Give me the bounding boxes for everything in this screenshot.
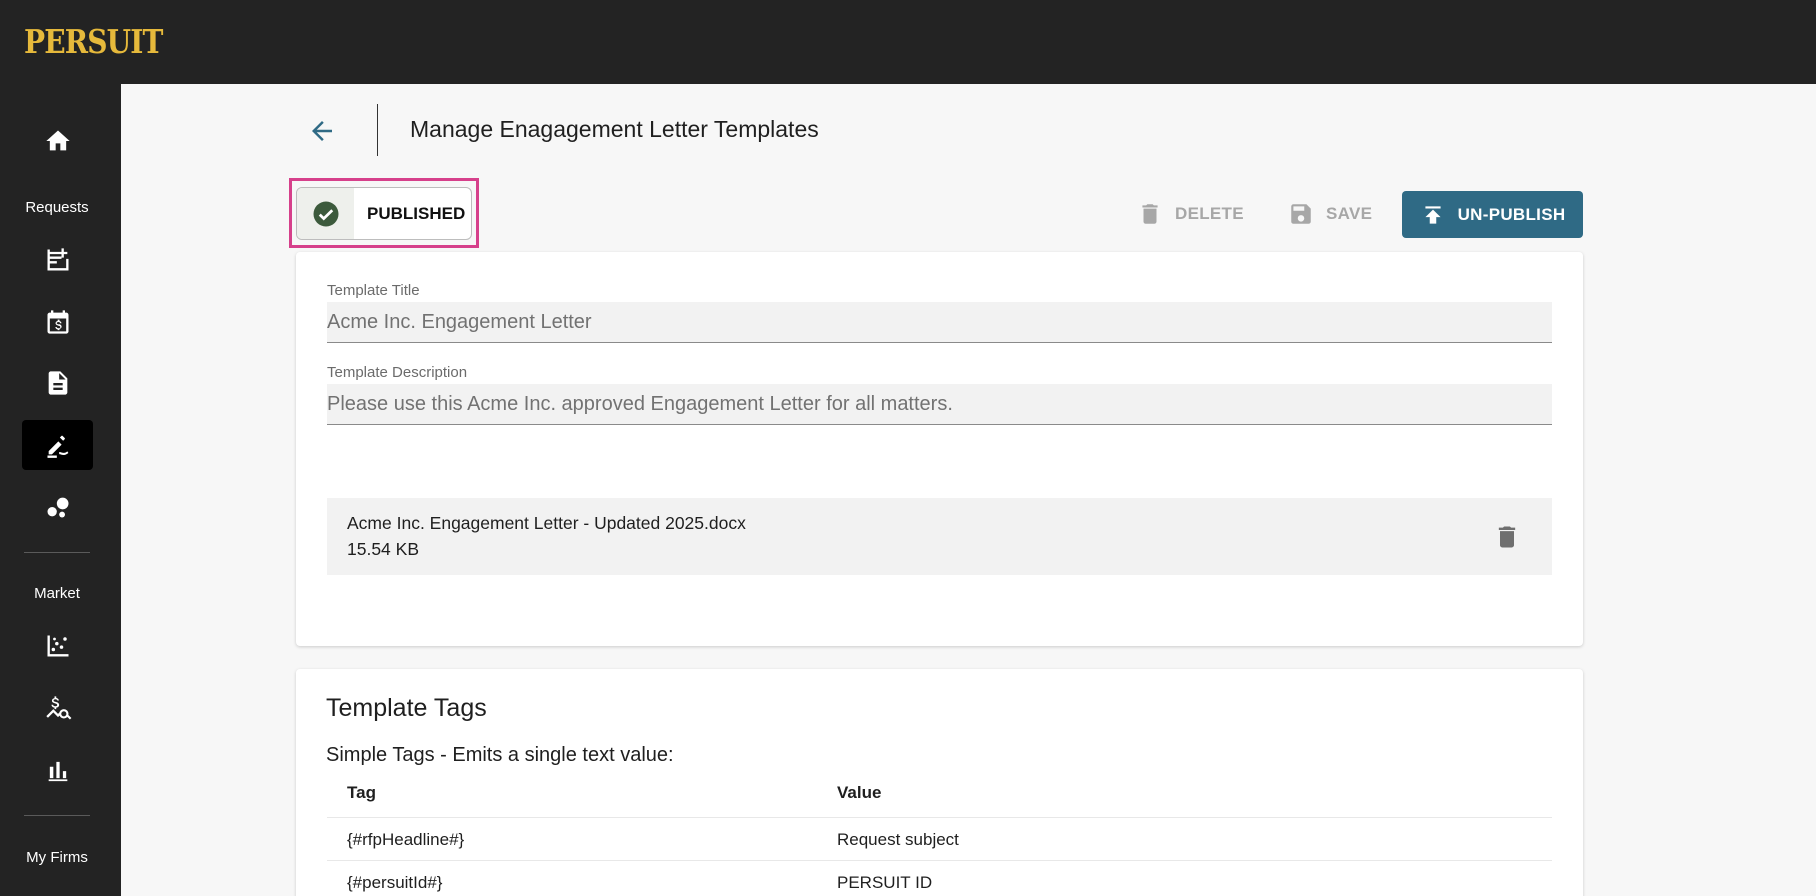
- arrow-left-icon: [312, 121, 332, 141]
- tag-cell: {#rfpHeadline#}: [347, 830, 465, 849]
- price-search-icon: [45, 696, 71, 720]
- sidebar-item-scatter[interactable]: [22, 621, 93, 671]
- sidebar-divider: [24, 552, 90, 553]
- sidebar-item-bubbles[interactable]: [22, 482, 93, 532]
- status-icon-wrap: [297, 188, 354, 239]
- top-bar: PERSUIT: [0, 0, 1816, 84]
- sidebar-item-documents[interactable]: [22, 358, 93, 408]
- save-button[interactable]: SAVE: [1288, 196, 1372, 232]
- sidebar-item-engagement-letters[interactable]: [22, 420, 93, 470]
- trash-icon: [1498, 526, 1516, 548]
- tags-title: Template Tags: [326, 694, 487, 722]
- sidebar-item-new-request[interactable]: [22, 235, 93, 285]
- save-label: SAVE: [1326, 204, 1373, 223]
- check-circle-icon: [313, 201, 338, 226]
- template-description-label: Template Description: [327, 364, 468, 381]
- template-tags-card: Template Tags Simple Tags - Emits a sing…: [296, 669, 1583, 896]
- title-divider: [377, 104, 378, 156]
- status-label: PUBLISHED: [367, 203, 466, 223]
- sidebar-section-market: Market: [34, 585, 80, 602]
- new-request-icon: [47, 248, 68, 271]
- sidebar-item-bar-chart[interactable]: [22, 745, 93, 795]
- delete-button[interactable]: DELETE: [1137, 196, 1244, 232]
- template-description-field[interactable]: Please use this Acme Inc. approved Engag…: [327, 384, 1552, 425]
- sidebar-section-requests: Requests: [25, 199, 89, 216]
- tag-cell: {#persuitId#}: [347, 873, 443, 892]
- template-details-card: Template Title Acme Inc. Engagement Lett…: [296, 252, 1583, 646]
- simple-tags-subtitle: Simple Tags - Emits a single text value:: [326, 744, 674, 766]
- file-name: Acme Inc. Engagement Letter - Updated 20…: [347, 513, 746, 533]
- sidebar-item-pricing[interactable]: [22, 297, 93, 347]
- published-status-badge: PUBLISHED: [296, 187, 472, 240]
- delete-label: DELETE: [1175, 204, 1244, 223]
- trash-icon: [1142, 204, 1158, 224]
- bubbles-icon: [47, 497, 68, 518]
- value-cell: PERSUIT ID: [837, 873, 933, 892]
- file-size: 15.54 KB: [347, 539, 419, 559]
- sidebar-section-my-firms: My Firms: [26, 849, 88, 866]
- attached-file: Acme Inc. Engagement Letter - Updated 20…: [327, 498, 1552, 575]
- calendar-dollar-icon: [47, 310, 68, 334]
- upload-icon: [1424, 205, 1441, 224]
- template-title-label: Template Title: [327, 282, 420, 299]
- column-header-value: Value: [837, 783, 882, 802]
- value-cell: Request subject: [837, 830, 959, 849]
- unpublish-button[interactable]: UN-PUBLISH: [1402, 191, 1583, 238]
- template-title-field[interactable]: Acme Inc. Engagement Letter: [327, 302, 1552, 343]
- document-icon: [48, 371, 67, 395]
- sidebar-item-home[interactable]: [22, 116, 93, 166]
- sidebar-divider: [24, 815, 90, 816]
- edit-signature-icon: [47, 435, 68, 458]
- unpublish-label: UN-PUBLISH: [1457, 204, 1566, 224]
- delete-file-button[interactable]: [1493, 522, 1521, 552]
- page-title: Manage Enagagement Letter Templates: [410, 116, 819, 142]
- back-button[interactable]: [300, 111, 344, 151]
- sidebar: Requests Market My Firms: [0, 84, 121, 896]
- scatter-chart-icon: [47, 635, 68, 657]
- table-row: {#rfpHeadline#} Request subject: [327, 817, 1552, 860]
- bar-chart-icon: [48, 761, 67, 782]
- sidebar-item-price-search[interactable]: [22, 683, 93, 733]
- home-icon: [45, 130, 70, 151]
- floppy-disk-icon: [1291, 204, 1311, 224]
- column-header-tag: Tag: [347, 783, 376, 802]
- persuit-logo[interactable]: PERSUIT: [24, 22, 163, 61]
- table-row: {#persuitId#} PERSUIT ID: [327, 860, 1552, 896]
